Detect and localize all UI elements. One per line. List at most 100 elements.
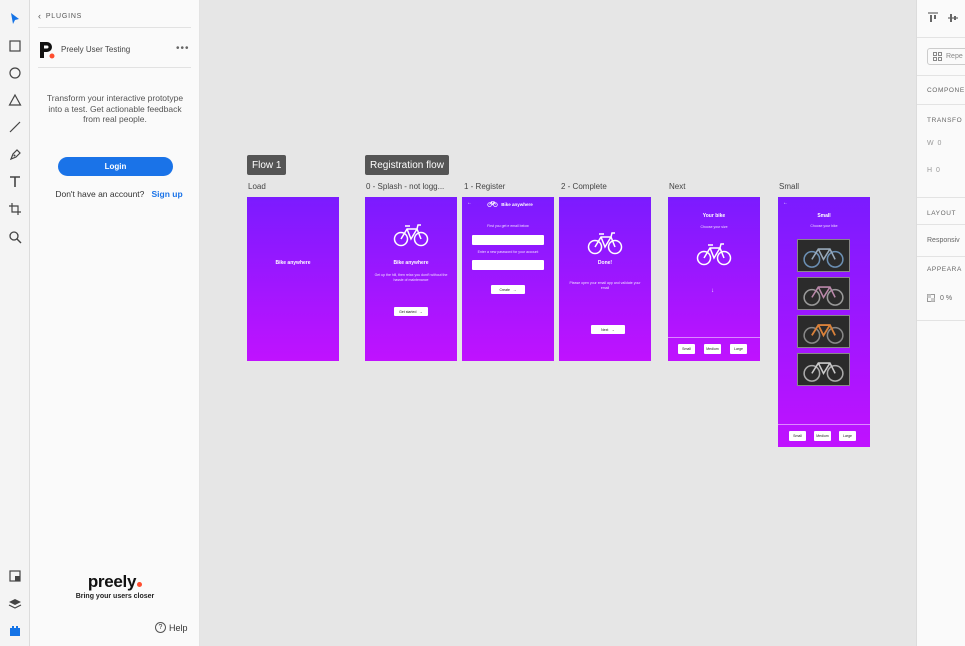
artboard-label-small[interactable]: Small [779,182,799,191]
bike-icon [696,243,732,266]
opacity-value: 0 % [940,294,953,302]
login-button[interactable]: Login [58,157,173,176]
artboard-register[interactable]: ← Bike anywhere First you get e email be… [462,197,554,361]
arrow-right-icon: → [513,287,517,292]
rectangle-icon[interactable] [7,38,23,54]
divider [917,197,965,198]
preely-brand: preely Bring your users closer [60,572,170,600]
artboard-load[interactable]: Bike anywhere [247,197,339,361]
artboard-complete[interactable]: Done! Please open your email app and val… [559,197,651,361]
artboard-title: Bike anywhere [275,260,311,266]
bike-icon [803,286,844,306]
size-footer: Small Medium Large [668,337,760,361]
artboard-label-register[interactable]: 1 - Register [464,182,505,191]
bike-photo [797,315,850,348]
plugins-icon[interactable] [7,623,23,639]
artboard-title: Your bike [702,213,726,219]
divider [917,320,965,321]
text-icon[interactable] [7,174,23,190]
size-button-medium: Medium [704,344,721,354]
align-middle-icon[interactable] [947,12,959,24]
opacity-field[interactable]: 0 % [927,294,952,302]
size-button-large: Large [730,344,747,354]
create-button: Create → [491,285,525,294]
artboard-title: Bike anywhere [393,260,429,266]
opacity-icon [927,294,935,302]
artboard-small[interactable]: ← Small Choose your bike Small Medium La… [778,197,870,447]
artboard-splash[interactable]: Bike anywhere Get up the hill, then rela… [365,197,457,361]
repeat-grid-label: Repe [946,53,963,60]
select-icon[interactable] [7,11,23,27]
pen-icon[interactable] [7,147,23,163]
responsive-resize-toggle[interactable]: Responsiv [927,237,960,244]
email-field [472,235,544,245]
size-button-large: Large [839,431,856,441]
h-label: H [927,167,933,174]
plugin-panel: ‹ PLUGINS Preely User Testing ••• Transf… [30,0,200,646]
bike-icon [393,224,429,247]
repeat-grid-button[interactable]: Repe [927,48,965,65]
back-to-plugins-link[interactable]: ‹ PLUGINS [38,11,82,21]
artboard-title: Done! [597,260,613,266]
artboard-label-splash[interactable]: 0 - Splash - not logg... [366,182,444,191]
bike-photo [797,277,850,310]
artboard-next[interactable]: Your bike Choose your size ↓ Small Mediu… [668,197,760,361]
more-options-icon[interactable]: ••• [176,43,190,54]
bike-photo [797,239,850,272]
layout-section-label: LAYOUT [927,210,957,217]
h-value: 0 [935,167,940,174]
signup-prompt: Don't have an account? Sign up [44,189,194,199]
arrow-left-icon: ← [467,200,472,206]
arrow-down-icon: ↓ [711,288,714,294]
field-label: First you get e email below [487,224,529,228]
artboard-subtitle: Choose your size [700,225,728,229]
artboard-label-load[interactable]: Load [248,182,266,191]
help-link[interactable]: ? Help [155,622,188,633]
zoom-icon[interactable] [7,229,23,245]
w-label: W [927,140,934,147]
divider [917,37,965,38]
bike-icon [587,232,623,255]
flow-tag-registration[interactable]: Registration flow [365,155,449,175]
bike-photo [797,353,850,386]
artboard-subtitle: Choose your bike [810,224,838,228]
triangle-icon[interactable] [7,92,23,108]
divider [38,27,191,28]
bike-icon [803,248,844,268]
plugin-name: Preely User Testing [61,45,131,54]
divider [917,224,965,225]
flow-tag-flow-1[interactable]: Flow 1 [247,155,287,175]
layers-icon[interactable] [7,596,23,612]
artboard-subtitle: Get up the hill, then relax you dont't w… [374,273,448,282]
artboard-icon[interactable] [7,201,23,217]
bike-icon [803,362,844,382]
artboard-title: Small [817,213,831,219]
ellipse-icon[interactable] [7,65,23,81]
size-button-small: Small [789,431,806,441]
brand-name: preely [60,572,170,592]
back-label: PLUGINS [45,12,83,20]
assets-icon[interactable] [7,568,23,584]
divider [917,256,965,257]
button-label: Get started [399,309,417,314]
width-field[interactable]: W 0 [927,140,941,147]
artboard-header: Bike anywhere [501,202,533,207]
bike-icon [803,324,844,344]
w-value: 0 [937,140,942,147]
help-label: Help [169,622,188,633]
artboard-label-next[interactable]: Next [669,182,685,191]
repeat-grid-icon [933,52,942,61]
appearance-section-label: APPEARA [927,266,962,273]
height-field[interactable]: H 0 [927,167,940,174]
help-icon: ? [155,622,166,633]
align-top-icon[interactable] [927,12,939,24]
preely-logo-icon [38,40,56,60]
button-label: Create [499,287,510,292]
line-icon[interactable] [7,119,23,135]
plugin-description: Transform your interactive prototype int… [46,93,184,124]
signup-link[interactable]: Sign up [151,189,182,199]
artboard-label-complete[interactable]: 2 - Complete [561,182,607,191]
size-button-medium: Medium [814,431,831,441]
divider [917,104,965,105]
component-section-label: COMPONE [927,87,965,94]
